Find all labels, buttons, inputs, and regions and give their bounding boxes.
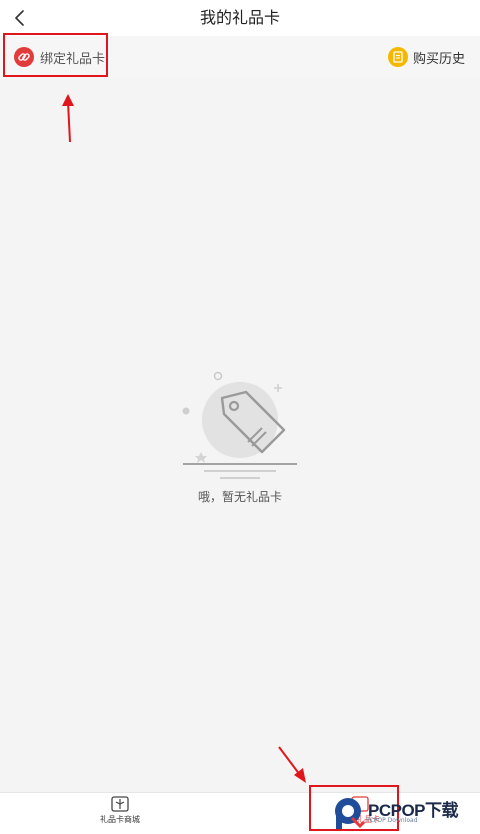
receipt-icon xyxy=(387,47,408,67)
nav-store-label: 礼品卡商城 xyxy=(100,815,140,824)
highlight-box-bind xyxy=(3,33,108,77)
arrow-down-right-icon xyxy=(278,746,306,783)
pcpop-logo-icon xyxy=(335,798,366,829)
watermark: PCPOP下载 PCPOP Download xyxy=(330,796,480,833)
watermark-sub: PCPOP Download xyxy=(366,817,418,824)
nav-gift-card-store[interactable]: 礼品卡商城 xyxy=(60,796,180,832)
purchase-history-label: 购买历史 xyxy=(412,51,465,67)
arrow-up-icon xyxy=(62,94,74,143)
page-title: 我的礼品卡 xyxy=(199,8,280,27)
empty-state-text: 哦，暂无礼品卡 xyxy=(197,490,282,504)
gift-card-store-icon xyxy=(111,796,129,812)
header-bar: 我的礼品卡 xyxy=(0,0,480,36)
tag-empty-icon xyxy=(182,371,297,479)
empty-state: 哦，暂无礼品卡 xyxy=(0,368,480,508)
purchase-history-button[interactable]: 购买历史 xyxy=(387,46,465,68)
